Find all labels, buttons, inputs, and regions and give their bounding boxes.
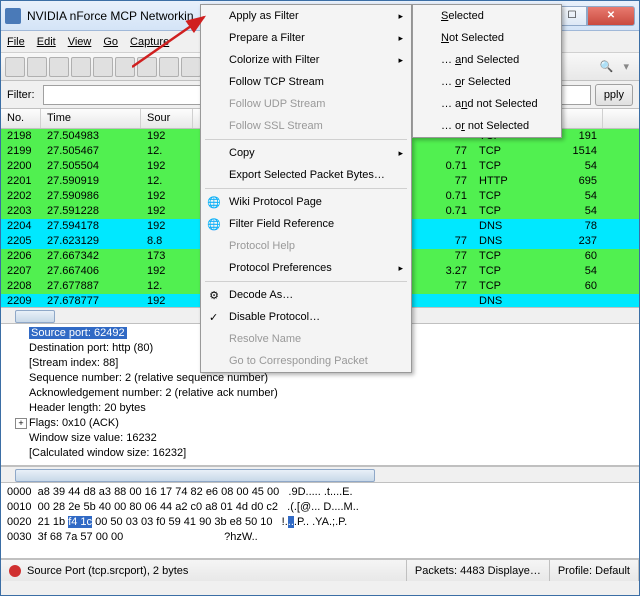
globe-icon: 🌐	[207, 217, 221, 231]
toolbar-sep: ▾	[623, 60, 629, 73]
status-profile: Profile: Default	[550, 560, 639, 581]
toolbar-button[interactable]	[49, 57, 69, 77]
detail-srcport[interactable]: Source port: 62492	[29, 327, 127, 339]
app-icon	[5, 8, 21, 24]
toolbar-button[interactable]	[5, 57, 25, 77]
menu-item: Protocol Help	[201, 235, 411, 257]
menu-item[interactable]: … or not Selected	[413, 115, 561, 137]
toolbar-button[interactable]	[71, 57, 91, 77]
menu-item[interactable]: Export Selected Packet Bytes…	[201, 164, 411, 186]
hex-view[interactable]: 0000 a8 39 44 d8 a3 88 00 16 17 74 82 e6…	[1, 483, 639, 559]
menu-item[interactable]: … and Selected	[413, 49, 561, 71]
decode-icon: ⚙	[207, 288, 221, 302]
menu-item[interactable]: Selected	[413, 5, 561, 27]
toolbar-button[interactable]	[27, 57, 47, 77]
close-button[interactable]: ✕	[587, 6, 635, 26]
search-icon[interactable]: 🔍	[597, 58, 615, 76]
detail-flags[interactable]: Flags: 0x10 (ACK)	[29, 417, 119, 429]
menu-item[interactable]: … or Selected	[413, 71, 561, 93]
toolbar-button[interactable]	[93, 57, 113, 77]
hex-selected: f4 1c	[68, 516, 92, 528]
toolbar-button[interactable]	[159, 57, 179, 77]
menu-item[interactable]: ⚙Decode As…	[201, 284, 411, 306]
record-icon[interactable]	[9, 565, 21, 577]
menu-item[interactable]: Copy	[201, 142, 411, 164]
status-packets: Packets: 4483 Displaye…	[407, 560, 550, 581]
statusbar: Source Port (tcp.srcport), 2 bytes Packe…	[1, 559, 639, 581]
menu-item[interactable]: 🌐Wiki Protocol Page	[201, 191, 411, 213]
apply-button[interactable]: pply	[595, 84, 633, 106]
menu-item[interactable]: Follow TCP Stream	[201, 71, 411, 93]
context-menu[interactable]: Apply as FilterPrepare a FilterColorize …	[200, 4, 412, 373]
toolbar-button[interactable]	[115, 57, 135, 77]
context-submenu[interactable]: SelectedNot Selected… and Selected… or S…	[412, 4, 562, 138]
detail-ack[interactable]: Acknowledgement number: 2 (relative ack …	[29, 386, 635, 401]
status-field: Source Port (tcp.srcport), 2 bytes	[27, 565, 188, 577]
menu-view[interactable]: View	[68, 36, 92, 48]
detail-calcw[interactable]: [Calculated window size: 16232]	[29, 446, 635, 461]
menu-item[interactable]: 🌐Filter Field Reference	[201, 213, 411, 235]
toolbar-button[interactable]	[137, 57, 157, 77]
menu-item: Follow SSL Stream	[201, 115, 411, 137]
menu-edit[interactable]: Edit	[37, 36, 56, 48]
detail-wsize[interactable]: Window size value: 16232	[29, 431, 635, 446]
hscrollbar[interactable]	[1, 466, 639, 483]
menu-go[interactable]: Go	[103, 36, 118, 48]
menu-capture[interactable]: Capture	[130, 36, 169, 48]
menu-item[interactable]: Disable Protocol…	[201, 306, 411, 328]
menu-item[interactable]: Protocol Preferences	[201, 257, 411, 279]
filter-label: Filter:	[7, 89, 35, 101]
menu-item[interactable]: Colorize with Filter	[201, 49, 411, 71]
menu-item[interactable]: Not Selected	[413, 27, 561, 49]
detail-hlen[interactable]: Header length: 20 bytes	[29, 401, 635, 416]
col-source[interactable]: Sour	[141, 109, 193, 128]
menu-item: Follow UDP Stream	[201, 93, 411, 115]
menu-item: Resolve Name	[201, 328, 411, 350]
menu-item[interactable]: … and not Selected	[413, 93, 561, 115]
col-no[interactable]: No.	[1, 109, 41, 128]
toolbar-button[interactable]	[181, 57, 201, 77]
globe-icon: 🌐	[207, 195, 221, 209]
menu-item[interactable]: Apply as Filter	[201, 5, 411, 27]
menu-item[interactable]: Prepare a Filter	[201, 27, 411, 49]
expand-icon[interactable]: +	[15, 418, 27, 429]
col-time[interactable]: Time	[41, 109, 141, 128]
detail-seq[interactable]: Sequence number: 2 (relative sequence nu…	[29, 371, 635, 386]
menu-file[interactable]: File	[7, 36, 25, 48]
menu-item: Go to Corresponding Packet	[201, 350, 411, 372]
